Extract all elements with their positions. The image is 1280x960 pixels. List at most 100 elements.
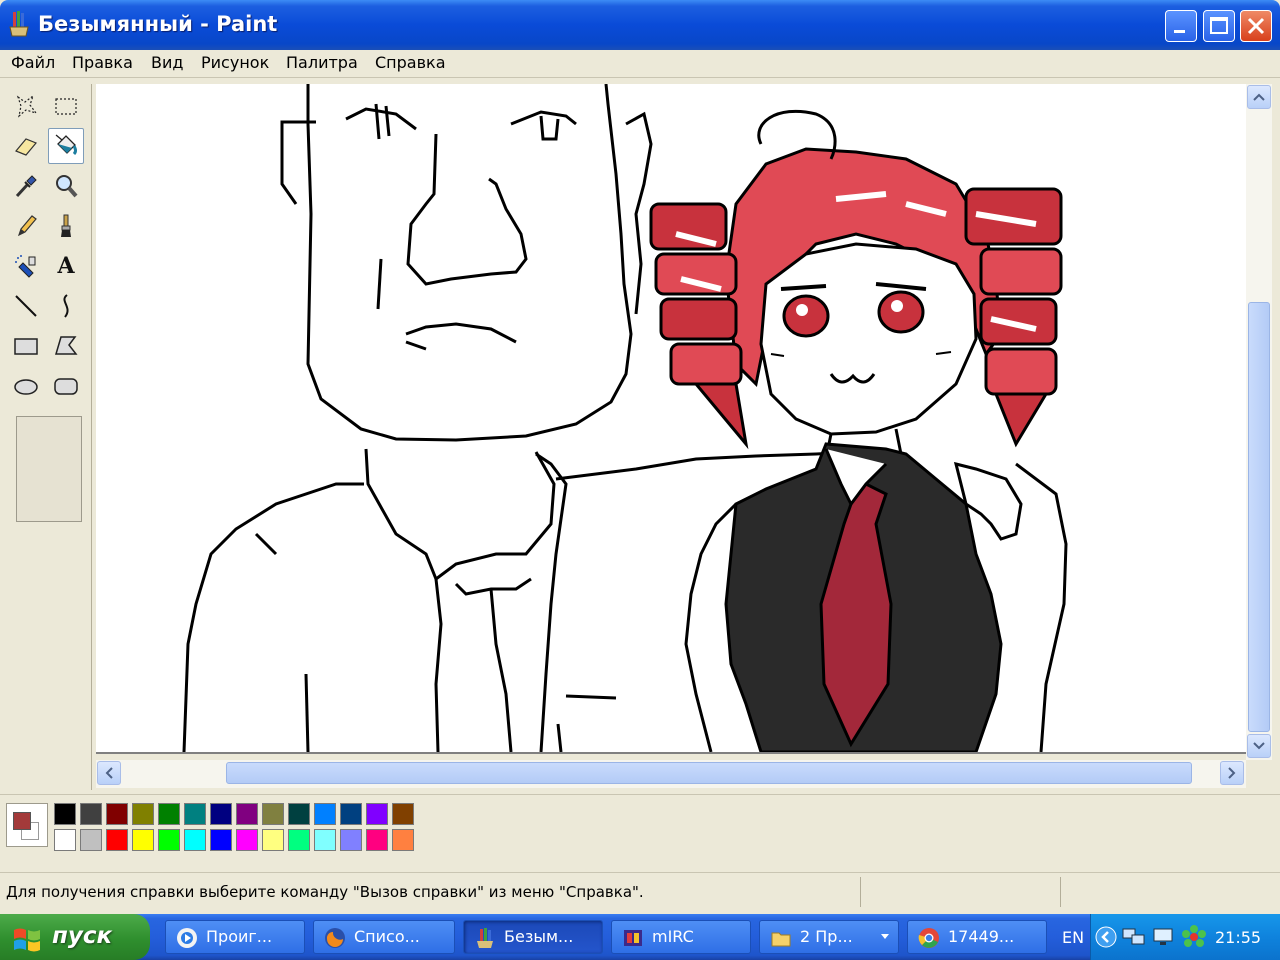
menu-bar: Файл Правка Вид Рисунок Палитра Справка <box>0 50 1280 78</box>
palette-swatch[interactable] <box>366 829 388 851</box>
close-icon <box>1247 17 1265 35</box>
tool-color-picker[interactable] <box>8 168 44 204</box>
tool-rectangle[interactable] <box>8 328 44 364</box>
close-button[interactable] <box>1240 10 1272 42</box>
menu-help[interactable]: Справка <box>375 53 446 72</box>
task-folder[interactable]: 2 Пр... <box>759 920 899 954</box>
fill-bucket-icon <box>55 134 77 156</box>
palette-swatch[interactable] <box>262 829 284 851</box>
firefox-icon <box>325 928 345 948</box>
arrow-left-icon <box>105 767 113 779</box>
tool-polygon[interactable] <box>48 328 84 364</box>
task-mirc[interactable]: mIRC <box>611 920 751 954</box>
palette-swatch[interactable] <box>340 803 362 825</box>
palette-swatch[interactable] <box>392 829 414 851</box>
folder-icon <box>771 932 791 947</box>
scroll-up-button[interactable] <box>1247 85 1271 109</box>
palette-swatch[interactable] <box>314 829 336 851</box>
palette-swatch[interactable] <box>210 803 232 825</box>
palette-swatch[interactable] <box>392 803 414 825</box>
start-button[interactable]: пуск <box>0 914 150 960</box>
rectangle-icon <box>14 338 38 355</box>
tool-options-panel[interactable] <box>16 416 82 522</box>
status-pane-position <box>860 877 1058 907</box>
menu-view[interactable]: Вид <box>151 53 183 72</box>
scroll-down-button[interactable] <box>1247 734 1271 758</box>
palette-swatch[interactable] <box>106 829 128 851</box>
clock: 21:55 <box>1215 928 1262 947</box>
tool-free-select[interactable] <box>8 88 44 124</box>
start-label: пуск <box>52 923 113 949</box>
color-picker-icon <box>15 175 37 198</box>
palette-swatch[interactable] <box>210 829 232 851</box>
palette-swatch[interactable] <box>314 803 336 825</box>
palette-swatch[interactable] <box>106 803 128 825</box>
drawing-canvas[interactable] <box>96 84 1246 754</box>
palette-swatch[interactable] <box>80 803 102 825</box>
tool-text[interactable]: A <box>48 248 84 284</box>
palette-swatch[interactable] <box>158 803 180 825</box>
tool-eraser[interactable] <box>8 128 44 164</box>
tray-expand-icon[interactable] <box>1095 926 1117 948</box>
tool-rounded-rect[interactable] <box>48 368 84 404</box>
palette-swatch[interactable] <box>236 829 258 851</box>
free-select-icon <box>16 94 38 118</box>
tool-pencil[interactable] <box>8 208 44 244</box>
text-icon: A <box>57 253 75 279</box>
tool-ellipse[interactable] <box>8 368 44 404</box>
tool-magnifier[interactable] <box>48 168 84 204</box>
scroll-right-button[interactable] <box>1220 761 1244 785</box>
tool-line[interactable] <box>8 288 44 324</box>
palette-swatch[interactable] <box>236 803 258 825</box>
vertical-scrollbar[interactable] <box>1246 84 1272 760</box>
palette-swatch[interactable] <box>54 829 76 851</box>
language-indicator[interactable]: EN <box>1062 928 1084 947</box>
horizontal-scrollbar[interactable] <box>96 760 1246 788</box>
status-bar: Для получения справки выберите команду "… <box>0 872 1280 910</box>
arrow-up-icon <box>1253 93 1265 101</box>
palette-swatch[interactable] <box>54 803 76 825</box>
menu-edit[interactable]: Правка <box>72 53 133 72</box>
horizontal-scroll-thumb[interactable] <box>226 762 1192 784</box>
menu-file[interactable]: Файл <box>11 53 55 72</box>
paint-icon <box>477 928 493 948</box>
palette-swatch[interactable] <box>80 829 102 851</box>
brush-icon <box>61 214 71 237</box>
tool-curve[interactable] <box>48 288 84 324</box>
task-paint[interactable]: Безым... <box>463 920 603 954</box>
windows-logo-icon <box>14 928 40 952</box>
minimize-button[interactable] <box>1165 10 1197 42</box>
maximize-button[interactable] <box>1203 10 1235 42</box>
palette-swatch[interactable] <box>262 803 284 825</box>
foreground-color[interactable] <box>13 812 31 830</box>
tool-brush[interactable] <box>48 208 84 244</box>
tool-rect-select[interactable] <box>48 88 84 124</box>
palette-swatch[interactable] <box>288 829 310 851</box>
palette-swatch[interactable] <box>184 803 206 825</box>
eraser-icon <box>15 138 37 156</box>
task-firefox[interactable]: Списо... <box>313 920 455 954</box>
display-icon[interactable] <box>1151 926 1177 948</box>
menu-image[interactable]: Рисунок <box>201 53 269 72</box>
network-icon[interactable] <box>1121 926 1147 948</box>
group-dropdown-icon <box>881 934 889 939</box>
icq-flower-icon[interactable] <box>1181 924 1207 950</box>
palette-swatch[interactable] <box>340 829 362 851</box>
tool-fill[interactable] <box>48 128 84 164</box>
task-media-player[interactable]: Проиг... <box>165 920 305 954</box>
vertical-scroll-thumb[interactable] <box>1248 302 1270 732</box>
palette-swatch[interactable] <box>366 803 388 825</box>
palette-swatch[interactable] <box>132 829 154 851</box>
title-bar[interactable]: Безымянный - Paint <box>0 0 1280 50</box>
task-chrome[interactable]: 17449... <box>907 920 1047 954</box>
palette-swatch[interactable] <box>158 829 180 851</box>
tool-airbrush[interactable] <box>8 248 44 284</box>
palette-swatch[interactable] <box>184 829 206 851</box>
artwork <box>182 84 1068 754</box>
current-colors[interactable] <box>6 803 48 847</box>
palette-swatch[interactable] <box>132 803 154 825</box>
ellipse-icon <box>14 379 38 395</box>
scroll-left-button[interactable] <box>97 761 121 785</box>
menu-colors[interactable]: Палитра <box>286 53 358 72</box>
palette-swatch[interactable] <box>288 803 310 825</box>
